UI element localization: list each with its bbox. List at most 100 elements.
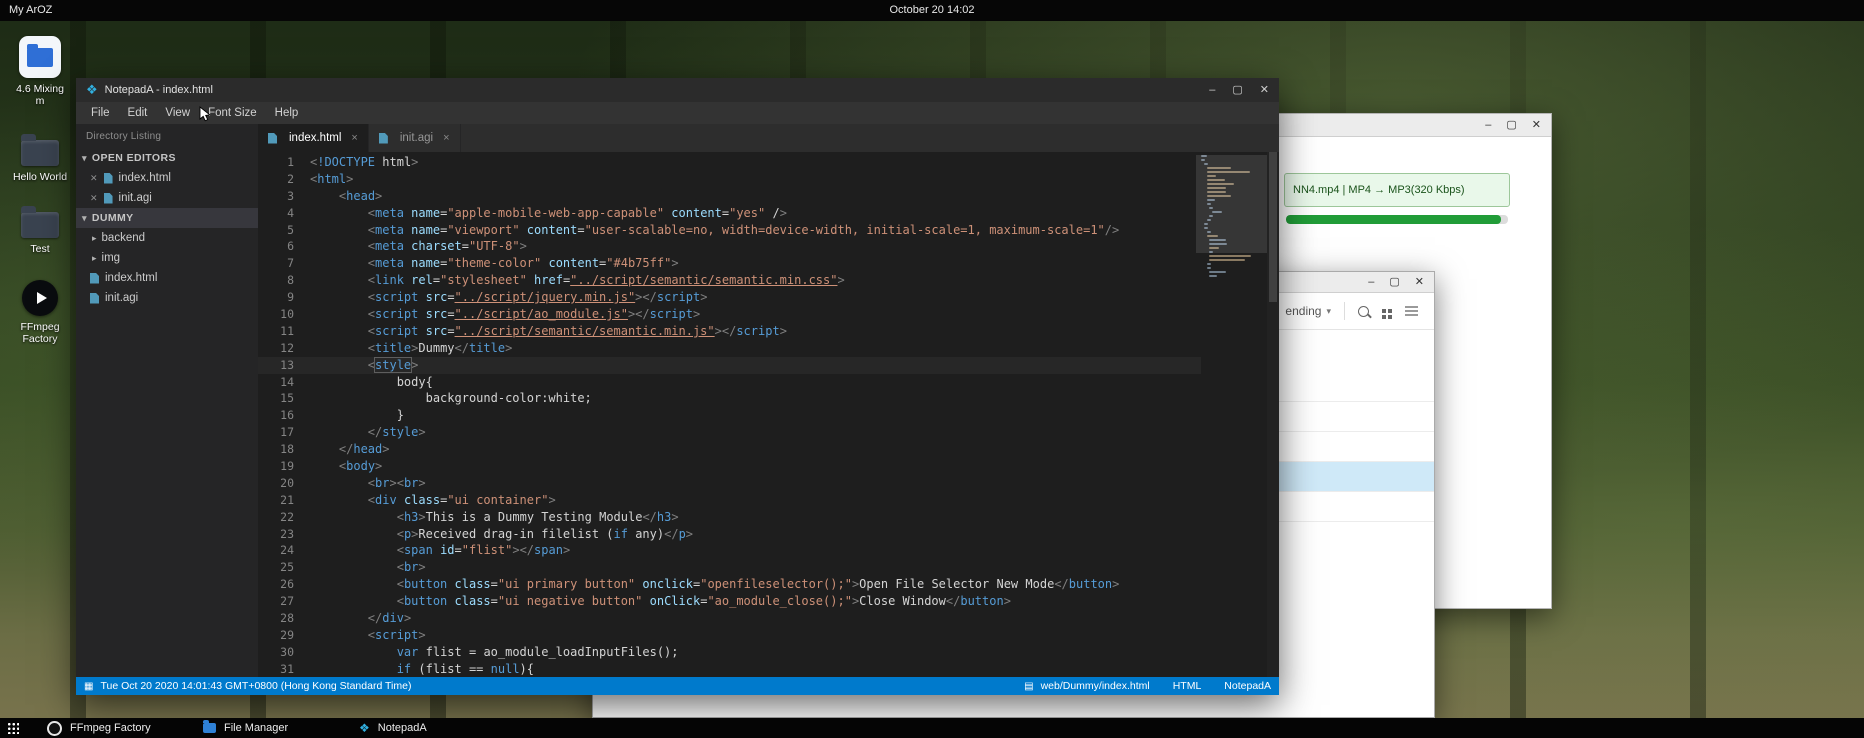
desktop-icon-test[interactable]: Test [8, 202, 72, 255]
maximize-icon[interactable]: ▢ [1506, 120, 1516, 131]
line-number: 27 [258, 593, 310, 610]
code-line[interactable]: 17 </style> [258, 424, 1201, 441]
minimize-icon[interactable]: – [1485, 120, 1491, 131]
code-line[interactable]: 22 <h3>This is a Dummy Testing Module</h… [258, 509, 1201, 526]
code-line[interactable]: 8 <link rel="stylesheet" href="../script… [258, 272, 1201, 289]
app-icon [22, 280, 58, 316]
tree-item-backend[interactable]: ▸backend [76, 228, 258, 248]
folder-icon [21, 212, 59, 238]
tab-index-html[interactable]: index.html× [258, 124, 369, 152]
desktop-icon-ffmpeg-factory[interactable]: FFmpeg Factory [8, 280, 72, 345]
code-area[interactable]: 1<!DOCTYPE html>2<html>3 <head>4 <meta n… [258, 154, 1201, 677]
desktop-icon-hello-world[interactable]: Hello World [8, 130, 72, 183]
code-line[interactable]: 30 var flist = ao_module_loadInputFiles(… [258, 644, 1201, 661]
desktop: My ArOZ October 20 14:02 4.6 Mixing mHel… [0, 0, 1864, 738]
conversion-task-label: NN4.mp4 | MP4 → MP3(320 Kbps) [1293, 184, 1465, 196]
code-editor[interactable]: 1<!DOCTYPE html>2<html>3 <head>4 <meta n… [258, 152, 1279, 677]
code-line[interactable]: 12 <title>Dummy</title> [258, 340, 1201, 357]
code-line[interactable]: 1<!DOCTYPE html> [258, 154, 1201, 171]
grid-view-icon[interactable] [1382, 309, 1386, 313]
line-number: 21 [258, 492, 310, 509]
code-line[interactable]: 5 <meta name="viewport" content="user-sc… [258, 222, 1201, 239]
code-line[interactable]: 18 </head> [258, 441, 1201, 458]
tree-item-img[interactable]: ▸img [76, 248, 258, 268]
sort-dropdown[interactable]: ending ▾ [1285, 304, 1331, 318]
code-line[interactable]: 14 body{ [258, 374, 1201, 391]
list-view-icon[interactable] [1405, 306, 1418, 308]
close-icon[interactable]: × [443, 132, 449, 144]
code-line[interactable]: 19 <body> [258, 458, 1201, 475]
minimize-icon[interactable]: – [1209, 85, 1215, 96]
code-line[interactable]: 20 <br><br> [258, 475, 1201, 492]
close-icon[interactable]: ✕ [90, 193, 98, 204]
window-title: NotepadA - index.html [105, 84, 213, 96]
code-line[interactable]: 27 <button class="ui negative button" on… [258, 593, 1201, 610]
menu-help[interactable]: Help [266, 102, 308, 124]
statusbar-language[interactable]: HTML [1173, 680, 1202, 692]
code-line[interactable]: 31 if (flist == null){ [258, 661, 1201, 677]
line-number: 30 [258, 644, 310, 661]
code-line[interactable]: 7 <meta name="theme-color" content="#4b7… [258, 255, 1201, 272]
code-line[interactable]: 10 <script src="../script/ao_module.js">… [258, 306, 1201, 323]
file-icon [90, 273, 99, 284]
close-icon[interactable]: ✕ [90, 173, 98, 184]
code-line[interactable]: 2<html> [258, 171, 1201, 188]
code-line[interactable]: 3 <head> [258, 188, 1201, 205]
sidebar-section-open-editors[interactable]: ▾OPEN EDITORS [76, 148, 258, 168]
code-line[interactable]: 11 <script src="../script/semantic/seman… [258, 323, 1201, 340]
statusbar-filepath[interactable]: web/Dummy/index.html [1041, 680, 1150, 692]
line-number: 25 [258, 559, 310, 576]
line-number: 9 [258, 289, 310, 306]
notepad-menubar: FileEditViewFont SizeHelp [76, 102, 1279, 124]
tree-item-init-agi[interactable]: init.agi [76, 288, 258, 308]
tree-item-index-html[interactable]: index.html [76, 268, 258, 288]
code-line[interactable]: 28 </div> [258, 610, 1201, 627]
editor-tabbar: index.html×init.agi× [258, 124, 1279, 152]
minimize-icon[interactable]: – [1368, 277, 1374, 288]
code-line[interactable]: 4 <meta name="apple-mobile-web-app-capab… [258, 205, 1201, 222]
close-icon[interactable]: ✕ [1415, 277, 1424, 288]
code-line[interactable]: 26 <button class="ui primary button" onc… [258, 576, 1201, 593]
search-icon[interactable] [1358, 306, 1369, 317]
file-icon [104, 173, 113, 184]
scrollbar-thumb[interactable] [1269, 152, 1277, 302]
code-line[interactable]: 15 background-color:white; [258, 390, 1201, 407]
scrollbar[interactable] [1267, 152, 1279, 677]
code-line[interactable]: 21 <div class="ui container"> [258, 492, 1201, 509]
close-icon[interactable]: × [351, 132, 357, 144]
chevron-down-icon: ▾ [1326, 306, 1331, 317]
code-line[interactable]: 13 <style> [258, 357, 1201, 374]
code-line[interactable]: 29 <script> [258, 627, 1201, 644]
line-number: 4 [258, 205, 310, 222]
taskbar-item-ffmpeg-factory[interactable]: FFmpeg Factory [47, 721, 175, 736]
tree-item-index-html[interactable]: ✕index.html [76, 168, 258, 188]
code-line[interactable]: 9 <script src="../script/jquery.min.js">… [258, 289, 1201, 306]
taskbar-item-notepada[interactable]: ❖NotepadA [359, 721, 487, 735]
close-icon[interactable]: ✕ [1260, 85, 1269, 96]
tree-item-init-agi[interactable]: ✕init.agi [76, 188, 258, 208]
code-line[interactable]: 24 <span id="flist"></span> [258, 542, 1201, 559]
code-line[interactable]: 23 <p>Received drag-in filelist (if any)… [258, 526, 1201, 543]
minimap[interactable] [1196, 155, 1267, 677]
tab-init-agi[interactable]: init.agi× [369, 124, 461, 152]
line-number: 8 [258, 272, 310, 289]
notepad-titlebar[interactable]: ❖ NotepadA - index.html – ▢ ✕ [76, 78, 1279, 102]
code-line[interactable]: 16 } [258, 407, 1201, 424]
maximize-icon[interactable]: ▢ [1232, 85, 1242, 96]
maximize-icon[interactable]: ▢ [1389, 277, 1399, 288]
code-line[interactable]: 6 <meta charset="UTF-8"> [258, 238, 1201, 255]
menu-file[interactable]: File [82, 102, 119, 124]
minimap-line [1209, 271, 1225, 273]
minimap-slider[interactable] [1196, 155, 1267, 253]
menu-view[interactable]: View [156, 102, 199, 124]
menu-font-size[interactable]: Font Size [199, 102, 266, 124]
menu-edit[interactable]: Edit [119, 102, 157, 124]
file-icon [90, 293, 99, 304]
code-line[interactable]: 25 <br> [258, 559, 1201, 576]
close-icon[interactable]: ✕ [1532, 120, 1541, 131]
desktop-icon-4-6-mixing-m[interactable]: 4.6 Mixing m [8, 36, 72, 107]
taskbar-item-file-manager[interactable]: File Manager [203, 722, 331, 734]
clock: October 20 14:02 [0, 0, 1864, 21]
start-button[interactable] [7, 722, 19, 734]
sidebar-section-dummy[interactable]: ▾DUMMY [76, 208, 258, 228]
